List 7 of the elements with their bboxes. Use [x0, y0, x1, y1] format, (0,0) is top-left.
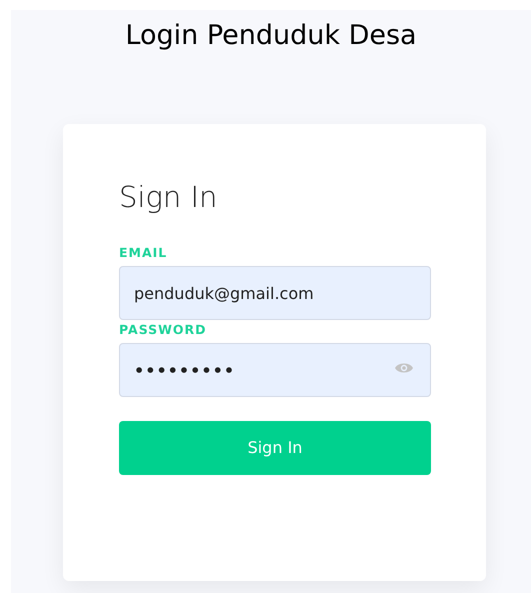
field-label: PASSWORD — [119, 322, 208, 338]
email-field[interactable]: penduduk@gmail.com — [119, 266, 431, 320]
password-field[interactable]: ••••••••• — [119, 343, 431, 398]
eye-icon[interactable] — [395, 362, 413, 374]
page-title: Login Penduduk Desa — [124, 20, 418, 52]
field-label: EMAIL — [119, 245, 168, 260]
sign-in-heading: Sign In — [119, 180, 218, 216]
